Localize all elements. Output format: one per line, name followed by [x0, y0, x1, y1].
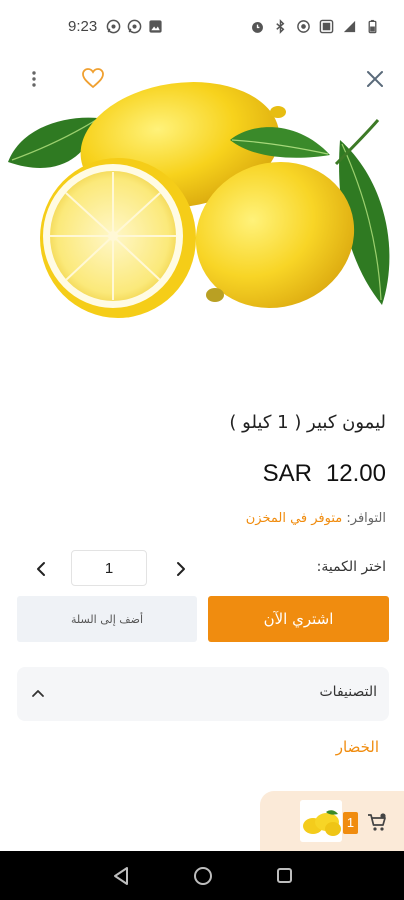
cart-icon[interactable]	[366, 811, 388, 833]
product-image	[8, 82, 390, 318]
category-link[interactable]: الخضار	[336, 738, 379, 756]
alarm-icon	[252, 22, 263, 33]
quantity-selector: اختر الكمية:	[0, 550, 404, 586]
hotspot-icon	[297, 20, 310, 33]
availability: التوافر: متوفر في المخزن	[246, 511, 386, 526]
availability-label: التوافر:	[346, 511, 386, 526]
categories-panel[interactable]: التصنيفات	[17, 667, 389, 721]
price-amount: 12.00	[325, 460, 386, 487]
back-icon[interactable]	[112, 866, 130, 886]
product-price: SAR 12.00	[263, 460, 386, 488]
whatsapp-icon	[106, 19, 121, 34]
recents-icon[interactable]	[276, 867, 293, 884]
quantity-input[interactable]	[71, 550, 147, 586]
close-icon[interactable]	[364, 68, 386, 90]
cart-count-badge: 1	[343, 812, 358, 834]
floating-cart[interactable]: 1	[260, 791, 404, 851]
heart-icon[interactable]	[81, 67, 105, 89]
battery-icon	[368, 19, 377, 34]
status-bar: 9:23	[0, 0, 404, 56]
chevron-right-icon[interactable]	[170, 558, 192, 580]
chevron-up-icon[interactable]	[29, 685, 47, 703]
buy-now-button[interactable]: اشتري الآن	[208, 596, 389, 642]
status-notification-icons	[106, 19, 163, 34]
home-icon[interactable]	[193, 866, 213, 886]
bluetooth-icon	[276, 19, 285, 34]
data-icon	[319, 19, 334, 34]
top-actions	[0, 60, 404, 96]
signal-icon	[343, 20, 356, 33]
whatsapp-icon	[127, 19, 142, 34]
cart-item-thumbnail	[300, 800, 342, 842]
chevron-left-icon[interactable]	[30, 558, 52, 580]
categories-title: التصنيفات	[319, 684, 378, 700]
more-vertical-icon[interactable]	[24, 68, 44, 90]
add-to-cart-button[interactable]: أضف إلى السلة	[17, 596, 197, 642]
status-time: 9:23	[68, 18, 98, 35]
system-navigation-bar	[0, 851, 404, 900]
product-title: ليمون كبير ( 1 كيلو )	[229, 412, 386, 433]
gallery-icon	[149, 20, 162, 33]
availability-value: متوفر في المخزن	[245, 511, 343, 526]
quantity-label: اختر الكمية:	[316, 559, 386, 575]
status-system-icons	[250, 19, 380, 34]
price-currency: SAR	[262, 460, 312, 487]
